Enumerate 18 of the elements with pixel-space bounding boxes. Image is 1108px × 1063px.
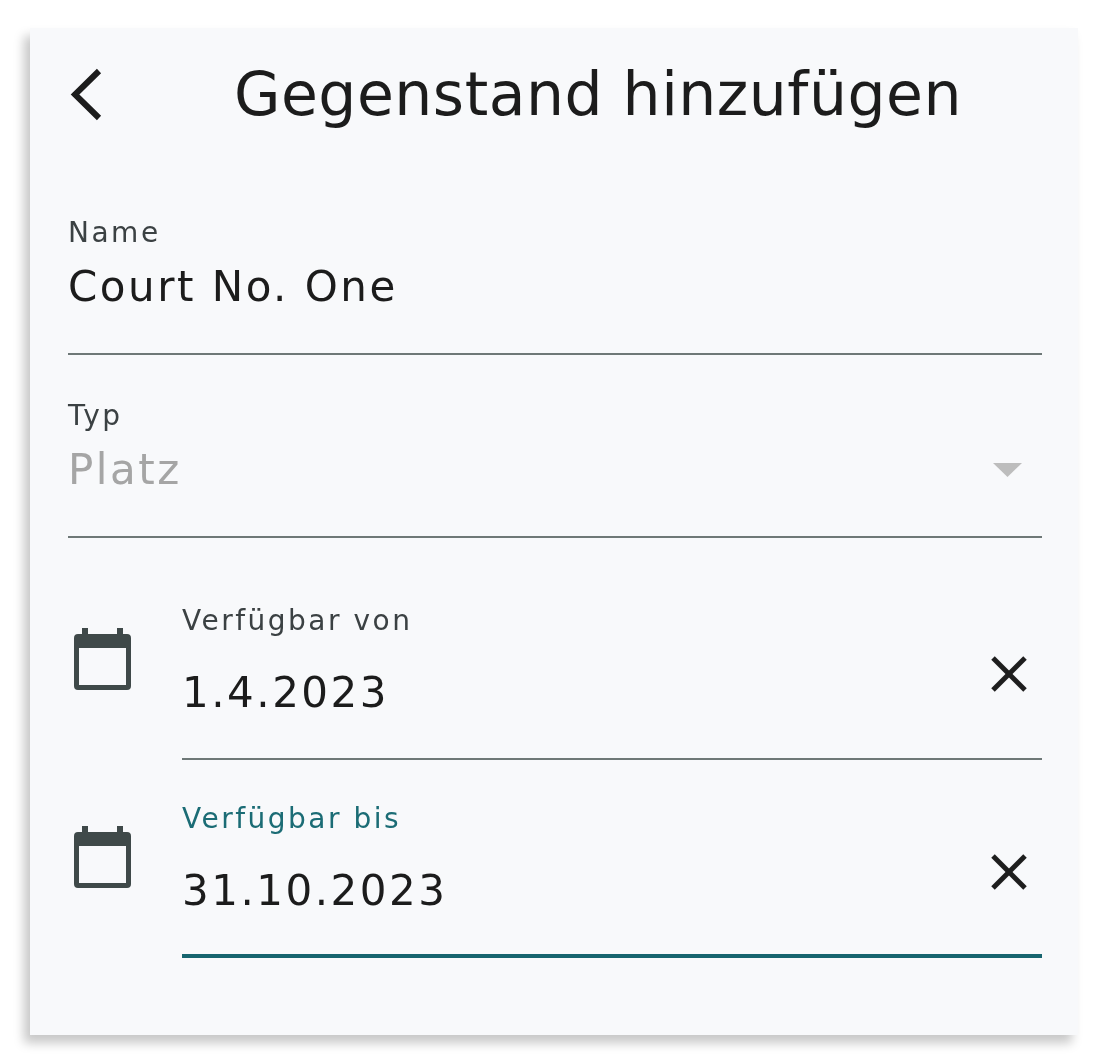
field-value: Platz [68,445,182,495]
calendar-icon [74,826,131,888]
field-label: Verfügbar bis [182,802,402,836]
field-value: Court No. One [68,262,398,312]
field-label: Name [68,216,161,250]
close-icon [990,853,1028,891]
field-label: Verfügbar von [182,604,413,638]
caret-down-icon [993,463,1022,477]
chevron-left-icon [68,67,102,121]
page-title: Gegenstand hinzufügen [233,58,963,130]
close-icon [990,655,1028,693]
text-field[interactable]: Name Court No. One [68,216,1042,355]
field-label: Typ [68,399,123,433]
date-field[interactable]: Verfügbar von 1.4.2023 [182,604,1042,760]
calendar-icon [74,628,131,690]
date-field[interactable]: Verfügbar bis 31.10.2023 [182,802,1042,958]
field-value: 1.4.2023 [182,668,390,718]
field-value: 31.10.2023 [182,866,448,916]
